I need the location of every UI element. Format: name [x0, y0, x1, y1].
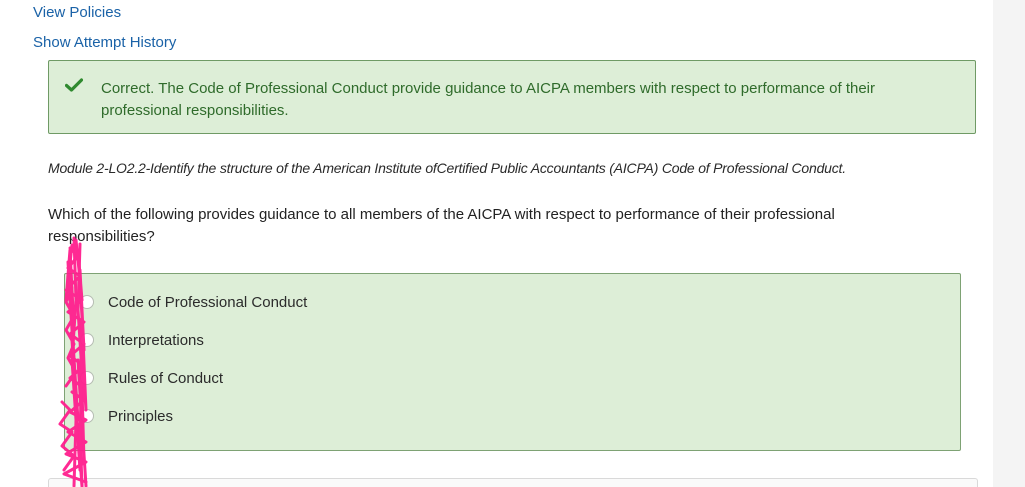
radio-button[interactable]: [80, 409, 94, 423]
quiz-page: View Policies Show Attempt History Corre…: [0, 0, 993, 487]
option-label: Interpretations: [108, 331, 204, 349]
checkmark-icon: [65, 78, 83, 92]
radio-button[interactable]: [80, 371, 94, 385]
question-prompt: Which of the following provides guidance…: [48, 206, 835, 245]
learning-objective: Module 2-LO2.2-Identify the structure of…: [48, 160, 846, 176]
answer-options: Code of Professional Conduct Interpretat…: [64, 273, 961, 451]
option-principles[interactable]: Principles: [65, 404, 173, 428]
show-attempt-history-link[interactable]: Show Attempt History: [33, 34, 176, 51]
radio-button[interactable]: [80, 333, 94, 347]
view-policies-link[interactable]: View Policies: [33, 4, 121, 21]
radio-button[interactable]: [80, 295, 94, 309]
feedback-message: Correct. The Code of Professional Conduc…: [101, 80, 876, 119]
feedback-banner: Correct. The Code of Professional Conduc…: [48, 60, 976, 134]
option-label: Code of Professional Conduct: [108, 293, 308, 311]
option-interpretations[interactable]: Interpretations: [65, 328, 204, 352]
option-code-of-professional-conduct[interactable]: Code of Professional Conduct: [65, 290, 307, 314]
next-question-panel: [48, 478, 978, 487]
option-label: Principles: [108, 407, 174, 425]
option-rules-of-conduct[interactable]: Rules of Conduct: [65, 366, 223, 390]
option-label: Rules of Conduct: [108, 369, 224, 387]
